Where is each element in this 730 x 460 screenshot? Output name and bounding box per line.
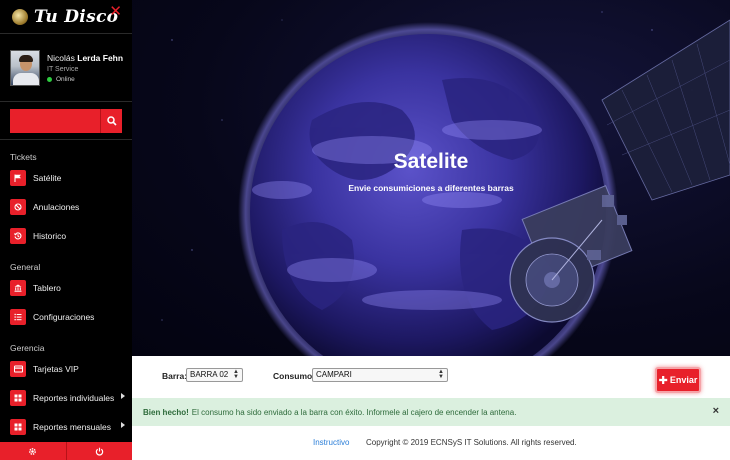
user-name: Nicolás Lerda Fehn [47, 52, 124, 63]
search-icon [106, 115, 117, 126]
sidebar-item-anulaciones[interactable]: Anulaciones [0, 192, 132, 221]
grid-icon [10, 389, 26, 406]
sidebar-item-label: Configuraciones [33, 311, 95, 322]
disco-logo-icon [12, 8, 28, 25]
search-bar [0, 102, 132, 140]
hero-title: Satelite [393, 150, 469, 173]
consumo-select[interactable]: CAMPARI ▲ ▼ [312, 368, 448, 382]
brand-header: Tu Disco ✕ [0, 0, 132, 34]
sidebar-item-label: Anulaciones [33, 201, 80, 212]
user-status: Online [47, 76, 123, 83]
list-icon [10, 308, 26, 325]
send-button[interactable]: ✚ Enviar [655, 367, 701, 393]
instructivo-link[interactable]: Instructivo [313, 438, 349, 447]
barra-label: Barra: [162, 371, 188, 381]
sidebar-item-satelite[interactable]: Satélite [0, 163, 132, 192]
search-input[interactable] [10, 108, 100, 133]
select-arrows-icon: ▲ ▼ [438, 369, 444, 380]
sidebar: Tu Disco ✕ Nicolás Lerda Fehn IT Service… [0, 0, 132, 460]
sidebar-item-label: Tarjetas VIP [33, 363, 79, 374]
consumo-label: Consumo: [273, 371, 316, 381]
select-arrows-icon: ▲ ▼ [233, 369, 239, 380]
logout-button[interactable] [67, 442, 133, 460]
sidebar-item-label: Satélite [33, 172, 62, 183]
sidebar-item-label: Historico [33, 230, 67, 241]
hero-banner: Satelite Envie consumiciones a diferente… [132, 0, 730, 356]
hero-subtitle: Envie consumiciones a diferentes barras [348, 183, 514, 193]
bank-icon [10, 279, 26, 296]
section-title-gerencia: Gerencia [10, 343, 45, 353]
sidebar-item-configuraciones[interactable]: Configuraciones [0, 302, 132, 331]
alert-strong: Bien hecho! [143, 407, 189, 417]
copyright-text: Copyright © 2019 ECNSyS IT Solutions. Al… [366, 438, 577, 447]
search-button[interactable] [100, 108, 122, 133]
success-alert: Bien hecho! El consumo ha sido enviado a… [132, 398, 730, 426]
sidebar-item-label: Reportes individuales [33, 392, 115, 403]
online-dot-icon [47, 76, 52, 82]
grid-icon [10, 418, 26, 435]
ban-icon [10, 198, 26, 215]
sidebar-item-reportes-individuales[interactable]: Reportes individuales [0, 383, 132, 412]
card-icon [10, 360, 26, 377]
user-role: IT Service [47, 65, 79, 73]
sidebar-item-reportes-mensuales[interactable]: Reportes mensuales [0, 412, 132, 441]
user-panel: Nicolás Lerda Fehn IT Service Online [0, 34, 132, 102]
sidebar-item-label: Tablero [33, 282, 61, 293]
sidebar-item-tarjetas-vip[interactable]: Tarjetas VIP [0, 354, 132, 383]
page-footer: Instructivo Copyright © 2019 ECNSyS IT S… [132, 426, 730, 460]
plus-icon: ✚ [658, 374, 668, 387]
barra-select[interactable]: BARRA 02 ▲ ▼ [186, 368, 243, 382]
chevron-right-icon [121, 393, 125, 399]
send-form: Barra: BARRA 02 ▲ ▼ Consumo: CAMPARI ▲ ▼ ✚… [132, 356, 730, 398]
history-icon [10, 227, 26, 244]
sidebar-item-historico[interactable]: Historico [0, 221, 132, 250]
section-title-general: General [10, 262, 41, 272]
earth-satellite-image [161, 11, 730, 356]
avatar [10, 49, 40, 86]
chevron-right-icon [121, 422, 125, 428]
flag-icon [10, 169, 26, 186]
sidebar-item-label: Reportes mensuales [33, 421, 111, 432]
sidebar-item-tablero[interactable]: Tablero [0, 273, 132, 302]
alert-message: El consumo ha sido enviado a la barra co… [191, 407, 517, 417]
sidebar-footer [0, 442, 132, 460]
gear-icon [29, 447, 37, 455]
settings-button[interactable] [0, 442, 67, 460]
close-sidebar-icon[interactable]: ✕ [109, 4, 122, 19]
close-alert-button[interactable]: × [713, 406, 719, 417]
power-icon [95, 447, 103, 455]
brand-name: Tu Disco [34, 6, 119, 27]
section-title-tickets: Tickets [10, 152, 37, 162]
